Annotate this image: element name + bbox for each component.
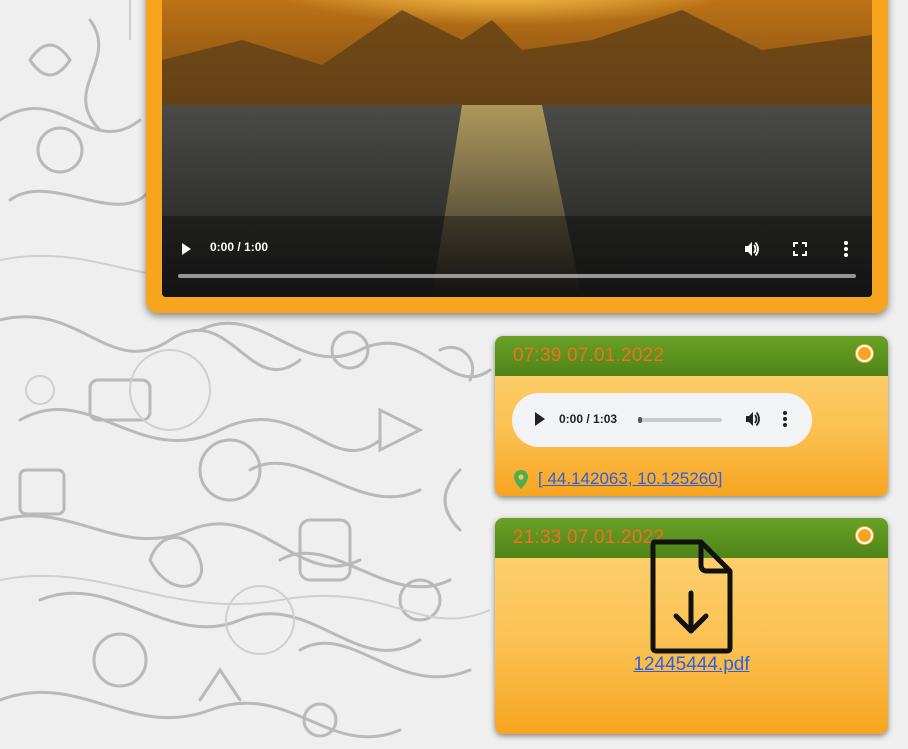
audio-more-button[interactable] [781,410,789,432]
file-download-icon[interactable] [649,538,735,658]
video-volume-button[interactable] [743,240,761,258]
video-time: 0:00 / 1:00 [210,240,269,254]
audio-player[interactable]: 0:00 / 1:03 [512,393,812,447]
location-row: [ 44.142063, 10.125260] [514,469,722,489]
more-vert-icon [783,411,787,427]
volume-icon [745,241,759,257]
play-icon [535,412,545,426]
audio-play-button[interactable] [532,410,548,432]
file-message-card: 21:33 07.01.2022 12445444.pdf [495,518,888,734]
play-icon [182,243,191,255]
status-indicator-icon [856,527,873,544]
audio-message-card: 07:39 07.01.2022 0:00 / 1:03 [ 44.142063… [495,336,888,496]
fullscreen-icon [793,242,807,256]
video-message-card: 0:00 / 1:00 [146,0,888,313]
video-more-button[interactable] [842,240,850,258]
video-play-button[interactable] [178,241,194,257]
volume-icon [746,411,760,427]
audio-volume-button[interactable] [744,410,762,432]
audio-progress-bar[interactable] [638,417,722,423]
status-indicator-icon [856,345,873,362]
video-frame-image [162,0,872,297]
video-player[interactable]: 0:00 / 1:00 [162,0,872,297]
audio-progress-thumb[interactable] [638,417,642,423]
message-timestamp: 07:39 07.01.2022 [513,345,665,366]
video-fullscreen-button[interactable] [792,241,808,257]
file-download-link[interactable]: 12445444.pdf [495,654,888,676]
audio-time: 0:00 / 1:03 [559,412,618,426]
location-link[interactable]: [ 44.142063, 10.125260] [538,469,722,489]
map-pin-icon [514,469,528,489]
message-header: 07:39 07.01.2022 [495,336,888,376]
video-progress-bar[interactable] [178,274,856,278]
message-timestamp: 21:33 07.01.2022 [513,527,665,548]
more-vert-icon [844,241,848,257]
